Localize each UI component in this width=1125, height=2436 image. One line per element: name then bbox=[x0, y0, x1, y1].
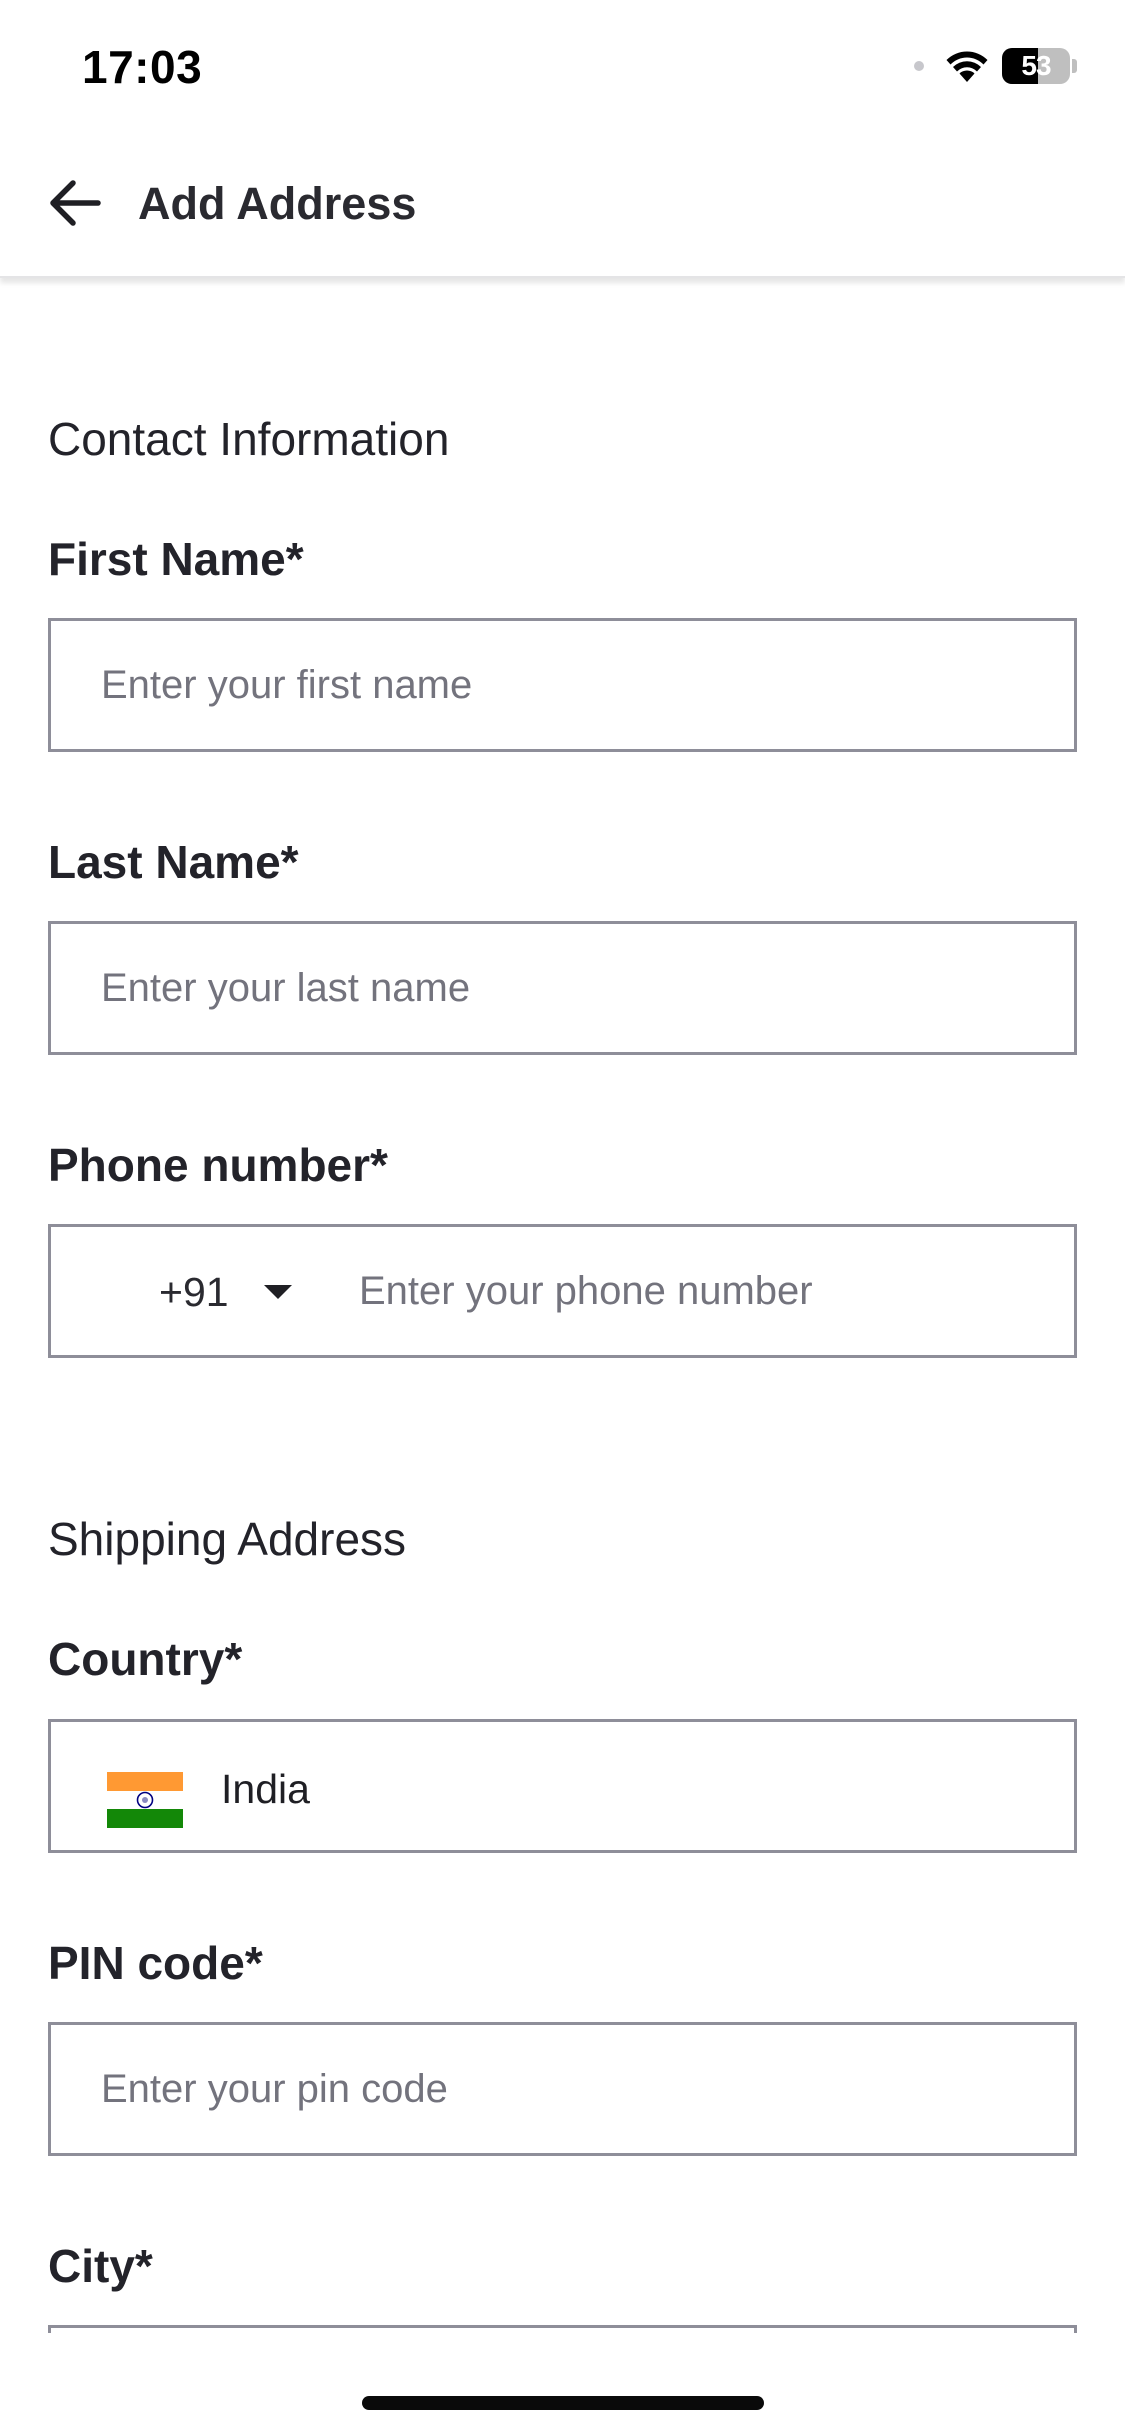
last-name-label: Last Name* bbox=[48, 836, 299, 888]
first-name-label: First Name* bbox=[48, 533, 304, 585]
app-header: Add Address bbox=[0, 128, 1125, 278]
phone-field[interactable]: +91 bbox=[48, 1224, 1077, 1358]
signal-dot bbox=[914, 61, 924, 71]
first-name-field[interactable] bbox=[48, 618, 1077, 752]
status-time: 17:03 bbox=[82, 41, 203, 93]
back-arrow-icon bbox=[50, 180, 101, 226]
phone-input[interactable] bbox=[359, 1227, 1059, 1355]
battery-icon: 53 bbox=[1002, 48, 1077, 84]
country-code-selector[interactable]: +91 bbox=[159, 1257, 293, 1327]
pin-code-field[interactable] bbox=[48, 2022, 1077, 2156]
contact-section-title: Contact Information bbox=[48, 413, 450, 465]
page-title: Add Address bbox=[138, 178, 417, 229]
wifi-icon bbox=[946, 51, 988, 82]
home-indicator[interactable] bbox=[362, 2396, 764, 2410]
pin-code-label: PIN code* bbox=[48, 1937, 263, 1989]
caret-down-icon bbox=[263, 1285, 292, 1299]
status-bar: 17:03 53 bbox=[0, 0, 1125, 128]
country-code: +91 bbox=[159, 1268, 229, 1315]
first-name-input[interactable] bbox=[101, 621, 1001, 749]
back-button[interactable] bbox=[44, 172, 106, 234]
battery-level: 53 bbox=[1021, 50, 1051, 81]
phone-label: Phone number* bbox=[48, 1139, 388, 1191]
india-flag-icon bbox=[107, 1772, 183, 1828]
city-label: City* bbox=[48, 2240, 153, 2292]
last-name-field[interactable] bbox=[48, 921, 1077, 1055]
bottom-safe-area bbox=[0, 2333, 1125, 2436]
country-field[interactable]: India bbox=[48, 1719, 1077, 1853]
pin-code-input[interactable] bbox=[101, 2025, 1001, 2153]
status-indicators: 53 bbox=[914, 48, 1077, 84]
last-name-input[interactable] bbox=[101, 924, 1001, 1052]
shipping-section-title: Shipping Address bbox=[48, 1513, 407, 1565]
country-label: Country* bbox=[48, 1633, 243, 1685]
country-value: India bbox=[221, 1766, 310, 1812]
battery-cap bbox=[1072, 59, 1077, 73]
battery-body: 53 bbox=[1002, 48, 1070, 84]
